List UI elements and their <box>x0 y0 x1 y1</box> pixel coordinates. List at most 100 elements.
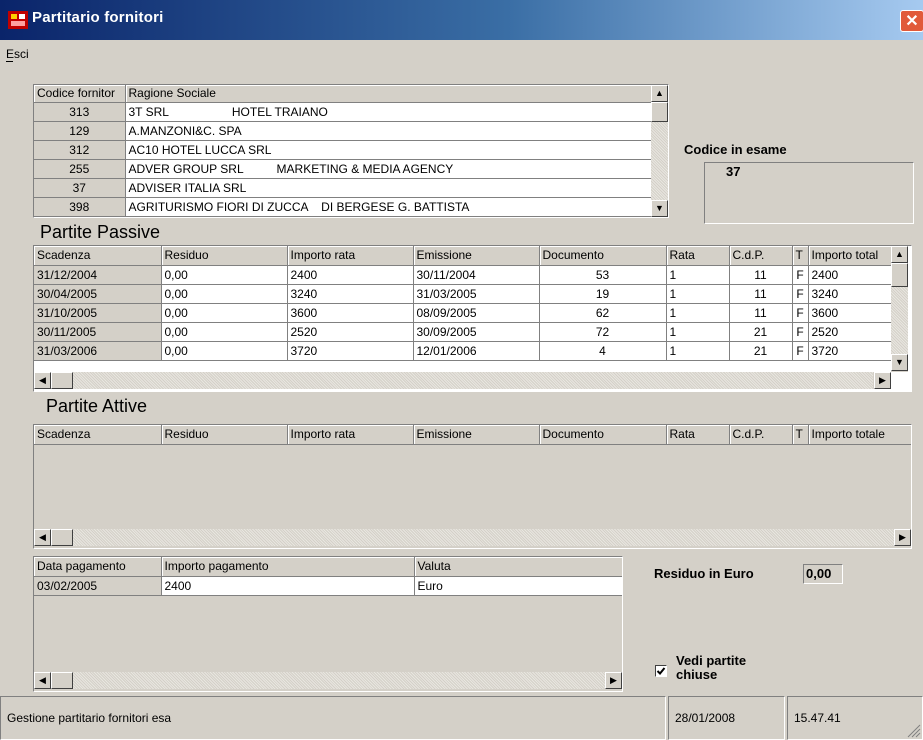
passive-cell[interactable]: 31/03/2005 <box>413 284 540 304</box>
attive-col-header[interactable]: Emissione <box>413 425 540 445</box>
supplier-grid[interactable]: Codice fornitor Ragione Sociale 313 3T SR… <box>33 84 669 218</box>
passive-cell[interactable]: 30/04/2005 <box>34 284 162 304</box>
supplier-name-cell[interactable]: AC10 HOTEL LUCCA SRL <box>125 140 653 160</box>
passive-col-header[interactable]: Documento <box>539 246 667 266</box>
table-row[interactable]: 398 AGRITURISMO FIORI DI ZUCCA DI BERGESE… <box>34 197 653 217</box>
scroll-down-icon[interactable]: ▼ <box>891 354 908 371</box>
attive-col-header[interactable]: Residuo <box>161 425 288 445</box>
col-header-ragione[interactable]: Ragione Sociale <box>125 85 653 103</box>
attive-col-header[interactable]: Documento <box>539 425 667 445</box>
scroll-left-icon[interactable]: ◀ <box>34 529 51 546</box>
passive-cell[interactable]: 3240 <box>287 284 414 304</box>
supplier-code-cell[interactable]: 312 <box>34 140 126 160</box>
menu-item-esci[interactable]: Esci <box>6 47 29 61</box>
table-row[interactable]: 313 3T SRL HOTEL TRAIANO <box>34 102 653 122</box>
passive-cell[interactable]: 21 <box>729 322 793 342</box>
supplier-vscroll[interactable]: ▲ ▼ <box>651 85 668 217</box>
passive-cell[interactable]: 0,00 <box>161 322 288 342</box>
payment-cell[interactable]: 2400 <box>161 576 415 596</box>
passive-col-header[interactable]: Emissione <box>413 246 540 266</box>
passive-col-header[interactable]: T <box>792 246 809 266</box>
passive-col-header[interactable]: Rata <box>666 246 730 266</box>
passive-cell[interactable]: 3720 <box>287 341 414 361</box>
scroll-thumb[interactable] <box>51 372 73 389</box>
attive-col-header[interactable]: C.d.P. <box>729 425 793 445</box>
passive-cell[interactable]: 31/03/2006 <box>34 341 162 361</box>
passive-cell[interactable]: 3600 <box>808 303 893 323</box>
passive-cell[interactable]: 11 <box>729 284 793 304</box>
passive-cell[interactable]: 4 <box>539 341 667 361</box>
passive-cell[interactable]: 11 <box>729 265 793 285</box>
passive-cell[interactable]: 53 <box>539 265 667 285</box>
table-row[interactable]: 37 ADVISER ITALIA SRL <box>34 178 653 198</box>
passive-cell[interactable]: 19 <box>539 284 667 304</box>
payments-col-header[interactable]: Importo pagamento <box>161 557 415 577</box>
passive-cell[interactable]: 1 <box>666 303 730 323</box>
passive-cell[interactable]: 08/09/2005 <box>413 303 540 323</box>
passive-cell[interactable]: 2520 <box>808 322 893 342</box>
table-row[interactable]: 30/04/2005 0,00 3240 31/03/2005 19 1 11 F 3240 <box>34 284 893 304</box>
col-header-codice[interactable]: Codice fornitor <box>34 85 126 103</box>
passive-cell[interactable]: 2400 <box>808 265 893 285</box>
scroll-down-icon[interactable]: ▼ <box>651 200 668 217</box>
table-row[interactable]: 31/10/2005 0,00 3600 08/09/2005 62 1 11 F 3600 <box>34 303 893 323</box>
passive-cell[interactable]: 3720 <box>808 341 893 361</box>
scroll-left-icon[interactable]: ◀ <box>34 372 51 389</box>
payment-cell[interactable]: Euro <box>414 576 622 596</box>
passive-cell[interactable]: 30/09/2005 <box>413 322 540 342</box>
scroll-right-icon[interactable]: ▶ <box>605 672 622 689</box>
table-row[interactable]: 255 ADVER GROUP SRL MARKETING & MEDIA AGE… <box>34 159 653 179</box>
scroll-up-icon[interactable]: ▲ <box>651 85 668 102</box>
passive-cell[interactable]: 12/01/2006 <box>413 341 540 361</box>
payments-col-header[interactable]: Valuta <box>414 557 622 577</box>
passive-col-header[interactable]: Importo total <box>808 246 893 266</box>
passive-cell[interactable]: 31/10/2005 <box>34 303 162 323</box>
passive-cell[interactable]: 11 <box>729 303 793 323</box>
passive-cell[interactable]: 1 <box>666 265 730 285</box>
payments-grid[interactable]: Data pagamento Importo pagamento Valuta 03… <box>33 556 623 692</box>
attive-col-header[interactable]: Importo totale <box>808 425 911 445</box>
table-row[interactable]: 30/11/2005 0,00 2520 30/09/2005 72 1 21 F 2520 <box>34 322 893 342</box>
supplier-name-cell[interactable]: ADVER GROUP SRL MARKETING & MEDIA AGENCY <box>125 159 653 179</box>
passive-col-header[interactable]: Residuo <box>161 246 288 266</box>
passive-grid[interactable]: Scadenza Residuo Importo rata Emissione Docu… <box>33 245 912 392</box>
passive-cell[interactable]: 0,00 <box>161 284 288 304</box>
passive-cell[interactable]: 0,00 <box>161 341 288 361</box>
table-row[interactable]: 31/12/2004 0,00 2400 30/11/2004 53 1 11 F 2400 <box>34 265 893 285</box>
passive-cell[interactable]: 0,00 <box>161 303 288 323</box>
attive-col-header[interactable]: Scadenza <box>34 425 162 445</box>
passive-cell[interactable]: 62 <box>539 303 667 323</box>
passive-cell[interactable]: 30/11/2005 <box>34 322 162 342</box>
vedi-partite-label[interactable]: Vedi partite chiuse <box>676 654 746 682</box>
passive-cell[interactable]: F <box>792 303 809 323</box>
vedi-partite-checkbox[interactable] <box>655 665 667 677</box>
attive-grid[interactable]: Scadenza Residuo Importo rata Emissione Docu… <box>33 424 912 549</box>
passive-cell[interactable]: 2520 <box>287 322 414 342</box>
scroll-right-icon[interactable]: ▶ <box>894 529 911 546</box>
passive-cell[interactable]: 3240 <box>808 284 893 304</box>
passive-hscroll[interactable]: ◀ ▶ <box>34 372 891 389</box>
supplier-name-cell[interactable]: ADVISER ITALIA SRL <box>125 178 653 198</box>
scroll-thumb[interactable] <box>651 102 668 122</box>
payments-col-header[interactable]: Data pagamento <box>34 557 162 577</box>
supplier-code-cell[interactable]: 129 <box>34 121 126 141</box>
attive-col-header[interactable]: Importo rata <box>287 425 414 445</box>
supplier-name-cell[interactable]: AGRITURISMO FIORI DI ZUCCA DI BERGESE G.… <box>125 197 653 217</box>
passive-cell[interactable]: F <box>792 265 809 285</box>
scroll-left-icon[interactable]: ◀ <box>34 672 51 689</box>
table-row[interactable]: 129 A.MANZONI&C. SPA <box>34 121 653 141</box>
scroll-thumb[interactable] <box>51 672 73 689</box>
attive-col-header[interactable]: T <box>792 425 809 445</box>
passive-col-header[interactable]: C.d.P. <box>729 246 793 266</box>
scroll-up-icon[interactable]: ▲ <box>891 246 908 263</box>
supplier-code-cell[interactable]: 398 <box>34 197 126 217</box>
passive-cell[interactable]: 21 <box>729 341 793 361</box>
passive-col-header[interactable]: Scadenza <box>34 246 162 266</box>
resize-grip-icon[interactable] <box>907 724 921 738</box>
passive-cell[interactable]: 1 <box>666 284 730 304</box>
scroll-thumb[interactable] <box>891 263 908 287</box>
passive-cell[interactable]: 31/12/2004 <box>34 265 162 285</box>
passive-cell[interactable]: 1 <box>666 341 730 361</box>
supplier-name-cell[interactable]: 3T SRL HOTEL TRAIANO <box>125 102 653 122</box>
passive-vscroll[interactable]: ▲ ▼ <box>891 246 908 372</box>
